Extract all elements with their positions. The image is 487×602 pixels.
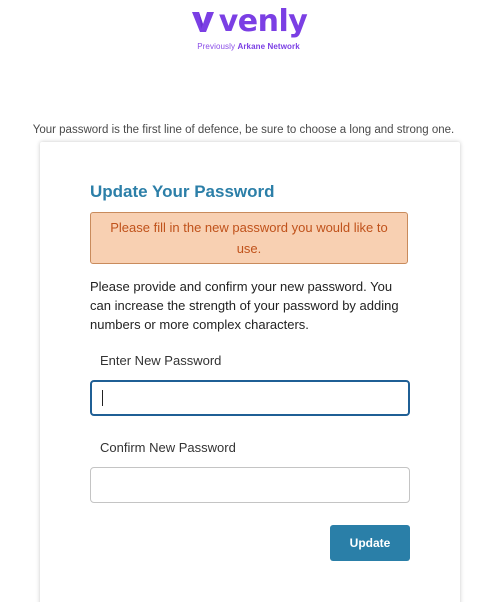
venly-mark-icon xyxy=(191,12,214,32)
alert-message: Please fill in the new password you woul… xyxy=(90,212,408,264)
brand-name: venly xyxy=(218,4,308,39)
brand-subtitle-name: Arkane Network xyxy=(237,42,300,51)
instructions-text: Please provide and confirm your new pass… xyxy=(90,279,399,332)
logo-row: venly xyxy=(190,6,308,38)
text-caret xyxy=(102,390,103,406)
new-password-label: Enter New Password xyxy=(100,353,222,368)
page: venly Previously Arkane Network Your pas… xyxy=(0,0,487,602)
venly-logo: venly Previously Arkane Network xyxy=(0,6,487,51)
confirm-password-input[interactable] xyxy=(90,467,410,503)
update-password-card: Update Your Password Please fill in the … xyxy=(40,142,460,602)
password-tagline: Your password is the first line of defen… xyxy=(32,124,455,136)
card-title: Update Your Password xyxy=(90,182,275,201)
update-button[interactable]: Update xyxy=(330,525,410,561)
new-password-input[interactable] xyxy=(90,380,410,416)
brand-subtitle: Previously Arkane Network xyxy=(197,42,300,51)
brand-subtitle-prefix: Previously xyxy=(197,42,236,51)
confirm-password-label: Confirm New Password xyxy=(100,440,236,455)
